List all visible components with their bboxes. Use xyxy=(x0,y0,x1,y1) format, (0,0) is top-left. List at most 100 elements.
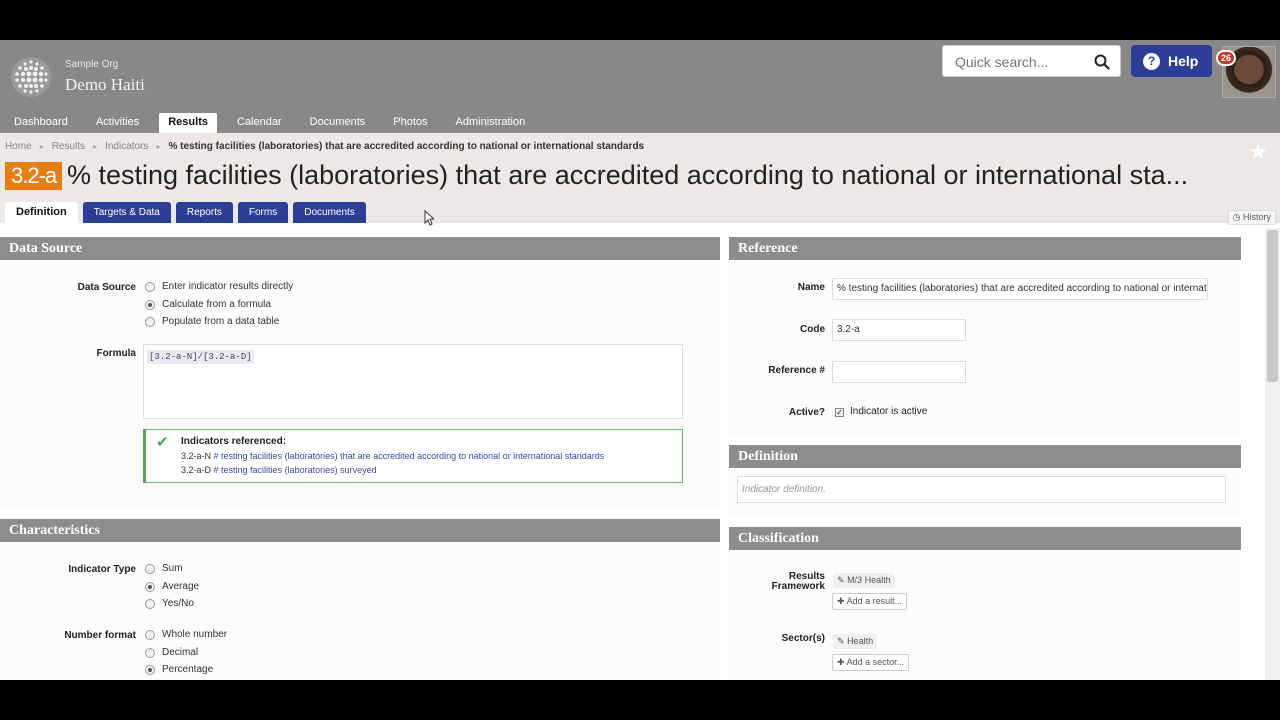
radio-button-selected[interactable] xyxy=(145,299,155,310)
nav-calendar[interactable]: Calendar xyxy=(223,113,296,133)
active-checkbox[interactable]: ✓ xyxy=(835,408,844,417)
indicator-code-badge: 3.2-a xyxy=(5,162,63,190)
referenced-indicator[interactable]: 3.2-a-N # testing facilities (laboratori… xyxy=(181,451,604,461)
radio-button[interactable] xyxy=(145,598,155,609)
breadcrumb-home[interactable]: Home xyxy=(5,141,32,152)
indicator-type-label: Indicator Type xyxy=(68,564,136,575)
radio-label: Whole number xyxy=(162,629,228,640)
sector-tag[interactable]: ✎ Health xyxy=(833,634,878,649)
breadcrumb-results[interactable]: Results xyxy=(52,141,85,152)
radio-type-average[interactable]: Average xyxy=(145,581,199,592)
reference-heading: Reference xyxy=(729,237,1241,260)
nav-administration[interactable]: Administration xyxy=(442,113,540,133)
tab-reports[interactable]: Reports xyxy=(175,202,233,223)
tab-documents[interactable]: Documents xyxy=(293,202,366,223)
reference-number-label: Reference # xyxy=(768,365,825,376)
results-framework-tag[interactable]: ✎ M/3 Health xyxy=(833,573,895,588)
help-button[interactable]: ? Help xyxy=(1131,45,1212,77)
radio-label: Populate from a data table xyxy=(162,316,280,327)
referenced-name[interactable]: # testing facilities (laboratories) that… xyxy=(214,451,605,461)
radio-label: Percentage xyxy=(162,664,214,675)
radio-label: Decimal xyxy=(162,647,199,658)
active-checkbox-row[interactable]: ✓ Indicator is active xyxy=(835,406,927,417)
number-format-label: Number format xyxy=(64,630,136,641)
nav-documents[interactable]: Documents xyxy=(296,113,380,133)
quick-search xyxy=(942,45,1121,77)
active-checkbox-label: Indicator is active xyxy=(850,406,928,417)
reference-panel: Reference Name % testing facilities (lab… xyxy=(729,237,1241,435)
nav-results[interactable]: Results xyxy=(159,113,217,133)
tab-definition[interactable]: Definition xyxy=(5,202,78,223)
code-label: Code xyxy=(800,324,825,335)
radio-format-decimal[interactable]: Decimal xyxy=(145,647,198,658)
tab-forms[interactable]: Forms xyxy=(237,202,289,223)
nav-activities[interactable]: Activities xyxy=(82,113,153,133)
checkmark-icon: ✔ xyxy=(156,434,169,451)
tab-targets-data[interactable]: Targets & Data xyxy=(82,202,171,223)
breadcrumb: Home ▸ Results ▸ Indicators ▸ % testing … xyxy=(5,141,644,152)
add-label: Add a result... xyxy=(846,596,903,606)
main-nav: Dashboard Activities Results Calendar Do… xyxy=(0,113,539,133)
tag-icon: ✎ xyxy=(837,636,845,646)
data-source-heading: Data Source xyxy=(0,237,720,260)
data-source-panel: Data Source Data Source Enter indicator … xyxy=(0,237,720,509)
radio-type-yesno[interactable]: Yes/No xyxy=(145,598,194,609)
indicators-referenced-title: Indicators referenced: xyxy=(181,436,287,447)
radio-label: Enter indicator results directly xyxy=(162,281,294,292)
org-name[interactable]: Demo Haiti xyxy=(65,75,145,95)
radio-calculate-formula[interactable]: Calculate from a formula xyxy=(145,299,271,310)
add-result-button[interactable]: ✚ Add a result... xyxy=(832,593,908,610)
search-icon[interactable] xyxy=(1094,54,1110,70)
scrollbar-thumb[interactable] xyxy=(1267,230,1278,382)
notification-badge[interactable]: 26 xyxy=(1216,50,1236,66)
formula-editor[interactable]: [3.2-a-N]/[3.2-a-D] xyxy=(143,344,683,419)
nav-dashboard[interactable]: Dashboard xyxy=(0,113,82,133)
radio-button[interactable] xyxy=(145,563,155,574)
results-framework-label: Results Framework xyxy=(771,571,825,592)
nav-photos[interactable]: Photos xyxy=(379,113,441,133)
referenced-indicator[interactable]: 3.2-a-D # testing facilities (laboratori… xyxy=(181,465,377,475)
radio-label: Sum xyxy=(162,563,183,574)
data-source-label: Data Source xyxy=(77,282,136,293)
radio-enter-directly[interactable]: Enter indicator results directly xyxy=(145,281,293,292)
page-title: % testing facilities (laboratories) that… xyxy=(67,160,1189,190)
indicators-referenced-box: ✔ Indicators referenced: 3.2-a-N # testi… xyxy=(143,429,683,483)
characteristics-panel: Characteristics Indicator Type Sum Avera… xyxy=(0,519,720,680)
radio-type-sum[interactable]: Sum xyxy=(145,563,183,574)
quick-search-input[interactable] xyxy=(953,52,1088,72)
radio-button-selected[interactable] xyxy=(145,581,155,592)
definition-panel: Definition Indicator definition. xyxy=(729,445,1241,517)
name-field[interactable]: % testing facilities (laboratories) that… xyxy=(832,278,1208,300)
radio-button[interactable] xyxy=(145,316,155,327)
radio-label: Calculate from a formula xyxy=(162,299,271,310)
main-content: Home ▸ Results ▸ Indicators ▸ % testing … xyxy=(0,133,1280,680)
formula-text[interactable]: [3.2-a-N]/[3.2-a-D] xyxy=(147,350,254,364)
top-bar: Sample Org Demo Haiti ? Help 26 Dashboar… xyxy=(0,40,1280,133)
radio-populate-table[interactable]: Populate from a data table xyxy=(145,316,279,327)
referenced-name[interactable]: # testing facilities (laboratories) surv… xyxy=(214,465,377,475)
breadcrumb-indicators[interactable]: Indicators xyxy=(105,141,148,152)
tag-label: M/3 Health xyxy=(847,575,891,585)
tag-icon: ✎ xyxy=(837,575,845,585)
breadcrumb-separator-icon: ▸ xyxy=(93,142,98,151)
code-field[interactable]: 3.2-a xyxy=(832,319,966,341)
radio-format-percentage[interactable]: Percentage xyxy=(145,664,213,675)
definition-heading: Definition xyxy=(729,445,1241,468)
radio-label: Yes/No xyxy=(162,598,194,609)
definition-field[interactable]: Indicator definition. xyxy=(737,476,1226,503)
scrollbar[interactable] xyxy=(1265,228,1280,680)
org-logo-icon[interactable] xyxy=(10,56,52,98)
radio-button[interactable] xyxy=(145,629,155,640)
radio-format-whole[interactable]: Whole number xyxy=(145,629,227,640)
radio-button[interactable] xyxy=(145,281,155,292)
reference-number-field[interactable] xyxy=(832,361,966,383)
radio-button[interactable] xyxy=(145,647,155,658)
radio-button-selected[interactable] xyxy=(145,664,155,675)
formula-label: Formula xyxy=(96,348,136,359)
add-sector-button[interactable]: ✚ Add a sector... xyxy=(832,654,910,671)
history-button[interactable]: ◷ History xyxy=(1227,210,1276,225)
mouse-cursor-icon xyxy=(424,210,434,226)
clock-icon: ◷ xyxy=(1232,212,1241,222)
active-label: Active? xyxy=(788,407,825,418)
page-header: Home ▸ Results ▸ Indicators ▸ % testing … xyxy=(0,133,1280,225)
